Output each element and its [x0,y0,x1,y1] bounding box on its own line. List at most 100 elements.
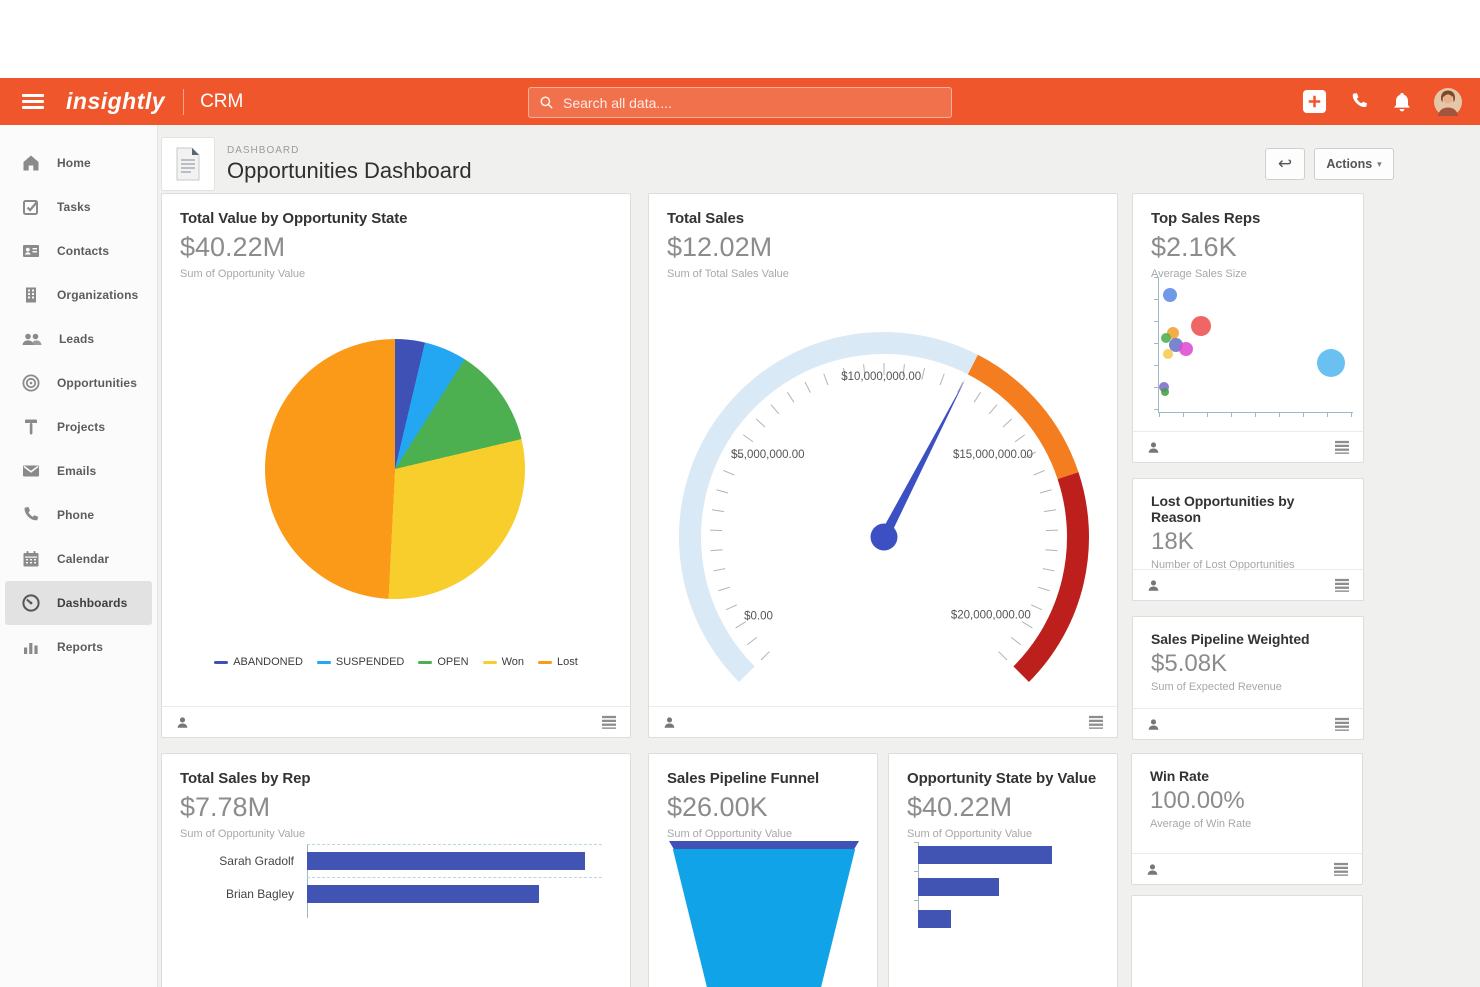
card-title: Total Sales [667,210,744,227]
sidebar-item-reports[interactable]: Reports [5,625,152,669]
card-title: Lost Opportunities by Reason [1151,493,1295,525]
legend-item: ABANDONED [214,656,303,668]
card-value: $2.16K [1151,232,1237,262]
card-lost-opportunities-by-reason: Lost Opportunities by Reason 18K Number … [1132,478,1364,601]
person-icon[interactable] [662,715,677,730]
quick-add-icon[interactable] [1302,89,1327,114]
sidebar-item-calendar[interactable]: Calendar [5,537,152,581]
card-footer [1133,569,1363,600]
sidebar-item-opportunities[interactable]: Opportunities [5,361,152,405]
sidebar-item-leads[interactable]: Leads [5,317,152,361]
card-sales-pipeline-weighted: Sales Pipeline Weighted $5.08K Sum of Ex… [1132,616,1364,740]
person-icon[interactable] [1146,578,1161,593]
legend-item: OPEN [418,656,469,668]
sidebar-item-tasks[interactable]: Tasks [5,185,152,229]
card-value: 18K [1151,528,1194,555]
sidebar-item-dashboards[interactable]: Dashboards [5,581,152,625]
card-title: Sales Pipeline Weighted [1151,631,1310,647]
bubble-point [1161,388,1169,396]
back-button[interactable]: ↩ [1265,148,1305,180]
bar-label: Sarah Gradolf [219,853,294,868]
notifications-bell-icon[interactable] [1392,91,1412,113]
pie-legend: ABANDONED SUSPENDED OPEN Won Lost [162,656,630,668]
actions-button[interactable]: Actions ▾ [1314,148,1394,180]
card-sales-pipeline-funnel: Sales Pipeline Funnel $26.00K Sum of Opp… [648,753,878,987]
opportunities-icon [22,374,40,392]
global-search[interactable] [528,87,952,118]
card-footer [649,706,1117,737]
main-content: DASHBOARD Opportunities Dashboard ↩ Acti… [158,125,1480,987]
legend-swatch [482,660,497,664]
bar [918,910,952,928]
sidebar-item-projects[interactable]: Projects [5,405,152,449]
hamburger-menu-icon[interactable] [22,91,44,112]
card-footer [162,706,630,737]
funnel-segment [669,841,859,849]
card-title: Sales Pipeline Funnel [667,770,820,787]
list-icon[interactable] [1334,578,1350,592]
home-icon [23,155,39,171]
card-title: Top Sales Reps [1151,210,1261,227]
search-input[interactable] [561,93,951,112]
sidebar-item-emails[interactable]: Emails [5,449,152,493]
person-icon[interactable] [1146,717,1161,732]
search-icon [540,96,553,109]
appbar-actions [1302,78,1462,125]
back-arrow-icon: ↩ [1277,154,1293,173]
bar [307,851,585,870]
svg-text:$20,000,000.00: $20,000,000.00 [951,610,1031,622]
pie-chart [265,339,525,599]
state-bar-chart [918,844,1108,940]
card-subtitle: Sum of Opportunity Value [907,828,1033,840]
person-icon[interactable] [1146,440,1161,455]
emails-icon [23,465,39,477]
list-icon[interactable] [1088,715,1104,729]
list-icon[interactable] [1333,862,1349,876]
tasks-icon [23,200,38,215]
card-value: $40.22M [180,232,286,262]
card-value: $5.08K [1151,650,1228,677]
chevron-down-icon: ▾ [1377,158,1382,169]
legend-item: Won [482,656,524,668]
leads-icon [22,333,42,345]
list-icon[interactable] [601,715,617,729]
breadcrumb: DASHBOARD [227,144,300,156]
card-subtitle: Sum of Expected Revenue [1151,681,1282,693]
bubble-chart [1154,277,1353,417]
card-value: $40.22M [907,792,1013,822]
bubble-point [1191,316,1211,336]
list-icon[interactable] [1334,717,1350,731]
reports-icon [24,643,38,654]
phone-call-icon[interactable] [1349,91,1370,112]
sidebar-item-home[interactable]: Home [5,141,152,185]
insightly-logo: insightly [66,88,166,114]
sidebar-item-contacts[interactable]: Contacts [5,229,152,273]
bar [918,846,1053,864]
card-title: Opportunity State by Value [907,770,1097,787]
rep-bar-chart: Sarah Gradolf Brian Bagley [162,844,612,918]
card-subtitle: Sum of Opportunity Value [180,828,306,840]
dashboards-icon [22,594,40,612]
card-partial [1131,895,1363,987]
sidebar-item-phone[interactable]: Phone [5,493,152,537]
sidebar-nav: Home Tasks Contacts Organizations Leads … [0,125,158,987]
contacts-icon [23,245,39,257]
person-icon[interactable] [175,715,190,730]
sidebar-item-organizations[interactable]: Organizations [5,273,152,317]
legend-swatch [418,660,433,664]
card-subtitle: Sum of Opportunity Value [667,828,793,840]
page-title: Opportunities Dashboard [227,157,472,183]
user-avatar[interactable] [1434,87,1462,116]
person-icon[interactable] [1145,862,1160,877]
card-title: Total Sales by Rep [180,770,311,787]
card-top-sales-reps: Top Sales Reps $2.16K Average Sales Size [1132,193,1364,463]
card-subtitle: Average of Win Rate [1150,818,1252,830]
svg-text:$5,000,000.00: $5,000,000.00 [731,449,805,461]
svg-text:$10,000,000.00: $10,000,000.00 [841,371,921,383]
dashboard-doc-icon [161,137,215,191]
card-subtitle: Sum of Opportunity Value [180,268,306,280]
funnel-chart [669,841,859,987]
list-icon[interactable] [1334,440,1350,454]
page-header: DASHBOARD Opportunities Dashboard ↩ Acti… [161,135,1394,193]
card-footer [1133,431,1363,462]
